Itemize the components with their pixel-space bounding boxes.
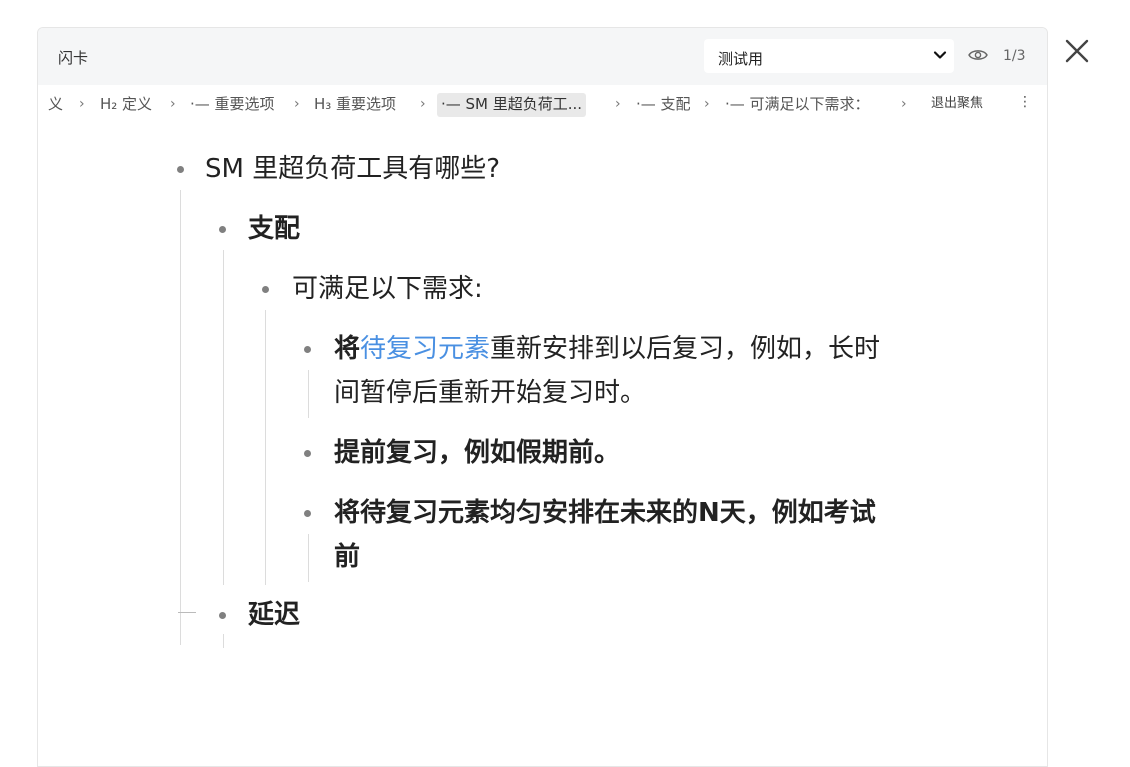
header-bar: 闪卡 测试用 1/3 — [38, 28, 1047, 85]
bullet[interactable] — [219, 226, 226, 233]
breadcrumb: 义 › H₂ 定义 › ·— 重要选项 › H₃ 重要选项 › ·— SM 里超… — [38, 86, 1047, 121]
chevron-right-icon: › — [704, 96, 710, 112]
outline-item-advance: 提前复习，例如假期前。 — [334, 438, 621, 468]
bullet[interactable] — [219, 612, 226, 619]
item-text-cont: 前 — [334, 542, 361, 572]
outline-item-needs: 可满足以下需求: — [292, 274, 483, 304]
card-counter: 1/3 — [1003, 48, 1026, 64]
breadcrumb-item[interactable]: ·— 支配 — [632, 93, 695, 117]
collapse-indicator[interactable] — [178, 612, 196, 613]
breadcrumb-item[interactable]: 义 — [44, 93, 67, 117]
chevron-right-icon: › — [294, 96, 300, 112]
breadcrumb-item-active[interactable]: ·— SM 里超负荷工... — [437, 93, 587, 117]
dialog-title: 闪卡 — [58, 49, 89, 67]
chevron-right-icon: › — [420, 96, 426, 112]
chevron-right-icon: › — [170, 96, 176, 112]
bullet[interactable] — [177, 166, 184, 173]
breadcrumb-item[interactable]: H₂ 定义 — [96, 93, 156, 117]
chevron-down-icon — [933, 51, 947, 59]
breadcrumb-item[interactable]: ·— 可满足以下需求： — [721, 93, 874, 117]
outline-root: SM 里超负荷工具有哪些? — [205, 154, 501, 184]
pending-elements-link[interactable]: 待复习元素 — [360, 334, 490, 364]
flashcard-dialog: 闪卡 测试用 1/3 义 › H₂ 定义 › ·— 重要选项 › H₃ 重要选项… — [37, 27, 1048, 767]
chevron-right-icon: › — [901, 96, 907, 112]
breadcrumb-item[interactable]: ·— 重要选项 — [186, 93, 279, 117]
deck-select-value: 测试用 — [718, 50, 764, 68]
guide-line — [308, 370, 309, 418]
chevron-right-icon: › — [79, 96, 85, 112]
bullet[interactable] — [304, 510, 311, 517]
item-text: 重新安排到以后复习，例如，长时 — [490, 334, 881, 364]
guide-line — [265, 310, 266, 585]
close-icon[interactable] — [1064, 38, 1090, 64]
breadcrumb-item[interactable]: H₃ 重要选项 — [310, 93, 400, 117]
guide-line — [223, 634, 224, 648]
outline-item-delay: 延迟 — [248, 600, 301, 630]
guide-line — [223, 250, 224, 585]
exit-focus-button[interactable]: 退出聚焦 — [927, 93, 987, 117]
guide-line — [180, 190, 181, 645]
item-prefix: 将 — [334, 334, 361, 364]
bullet[interactable] — [262, 286, 269, 293]
outline-content: SM 里超负荷工具有哪些? 支配 可满足以下需求: 将待复习元素重新安排到以后复… — [38, 122, 1047, 766]
chevron-right-icon: › — [615, 96, 621, 112]
outline-item-dominate: 支配 — [248, 214, 301, 244]
more-vertical-icon[interactable]: ⋮ — [1018, 94, 1032, 110]
guide-line — [308, 534, 309, 582]
item-text-cont: 间暂停后重新开始复习时。 — [334, 378, 647, 408]
outline-item-spread: 将待复习元素均匀安排在未来的N天，例如考试 前 — [334, 491, 934, 579]
eye-icon[interactable] — [968, 48, 988, 62]
bullet[interactable] — [304, 346, 311, 353]
outline-item-reschedule: 将待复习元素重新安排到以后复习，例如，长时 间暂停后重新开始复习时。 — [334, 327, 934, 415]
bullet[interactable] — [304, 450, 311, 457]
deck-select[interactable]: 测试用 — [704, 39, 954, 73]
item-text: 将待复习元素均匀安排在未来的N天，例如考试 — [334, 498, 876, 528]
